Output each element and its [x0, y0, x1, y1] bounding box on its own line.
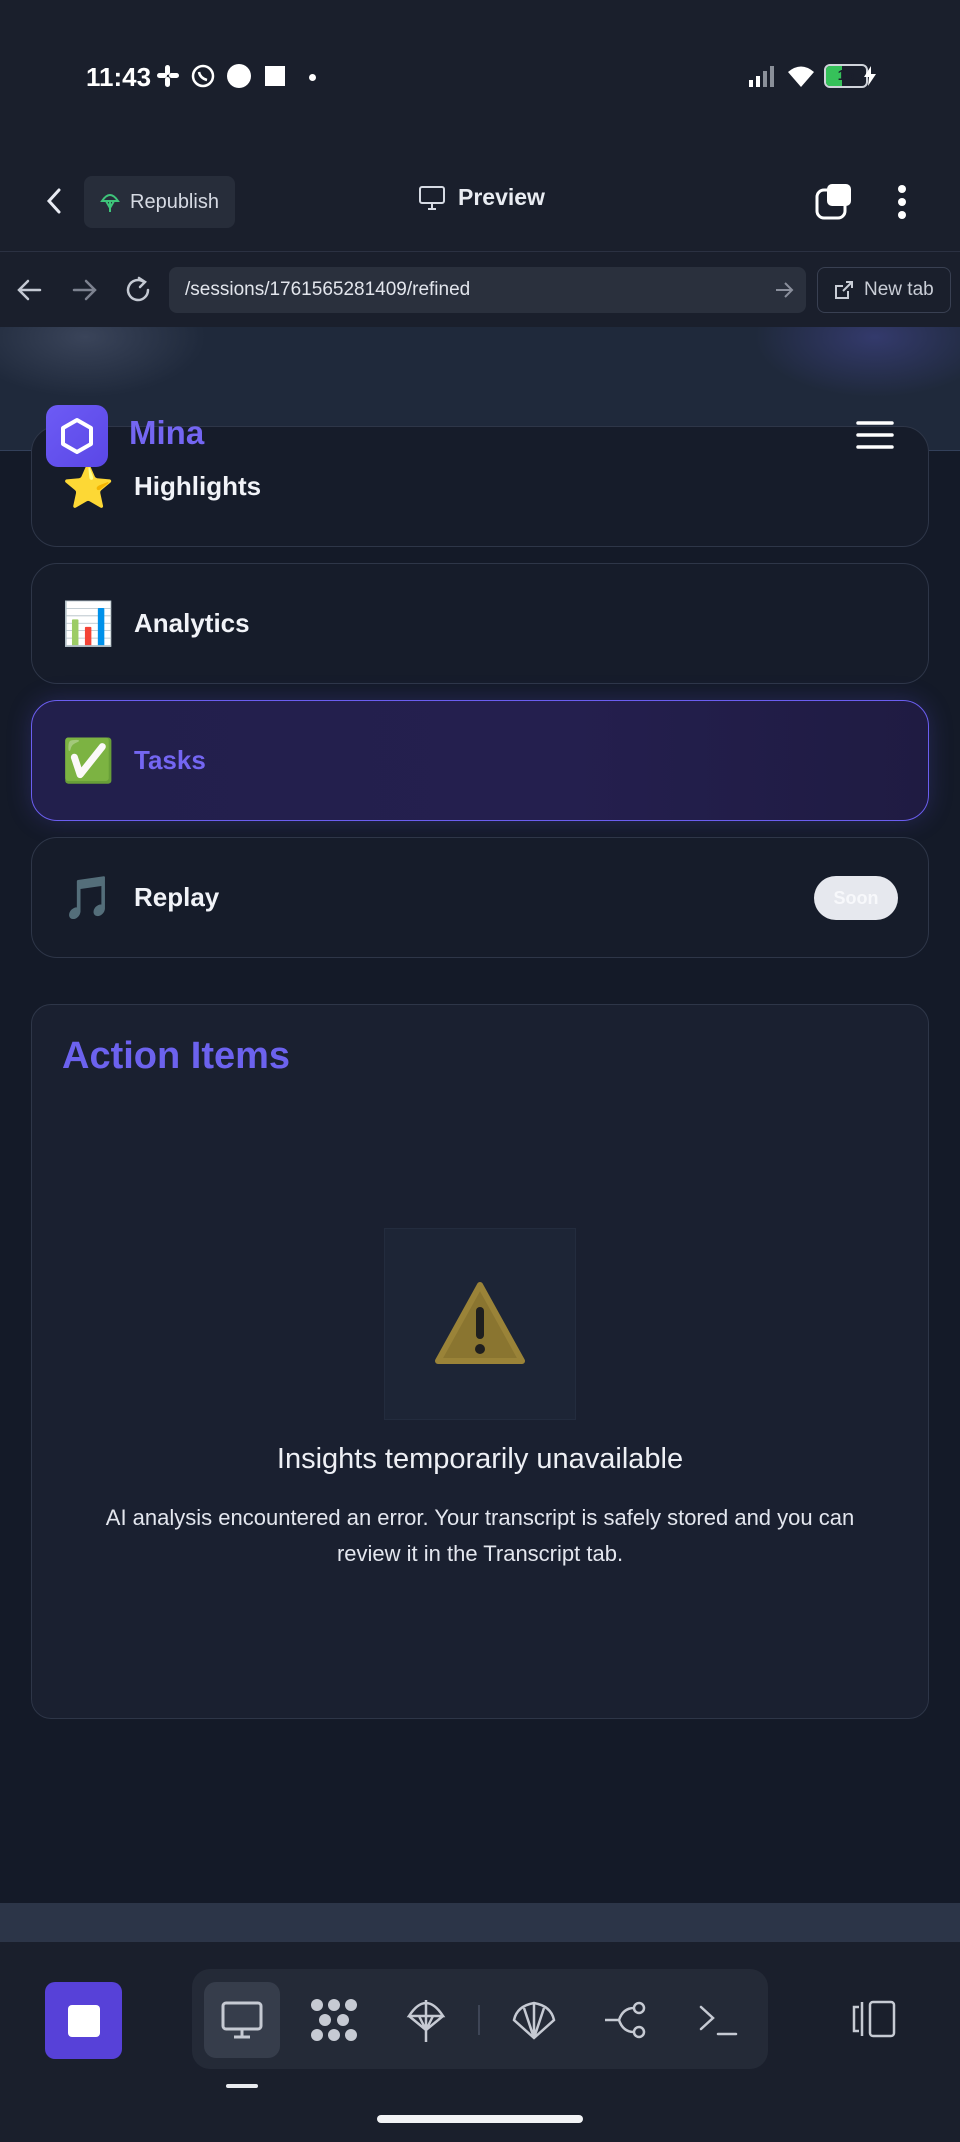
wifi-icon [786, 64, 816, 88]
parachute-tool-button[interactable] [388, 1982, 464, 2058]
square-icon [265, 66, 285, 86]
brand-name: Mina [129, 414, 205, 451]
nav-back-icon[interactable] [16, 277, 44, 303]
desktop-icon [220, 2000, 264, 2040]
hamburger-menu-icon[interactable] [856, 420, 894, 450]
star-icon: ⭐ [62, 463, 115, 510]
stop-icon [67, 2004, 100, 2037]
tool-divider [478, 2005, 480, 2035]
external-link-icon [834, 280, 854, 300]
parachute-icon [406, 1996, 446, 2044]
home-indicator [377, 2115, 583, 2123]
git-branch-icon [603, 2000, 649, 2040]
url-text: /sessions/1761565281409/refined [185, 279, 471, 300]
go-arrow-icon[interactable] [774, 281, 794, 299]
nav-forward-icon[interactable] [70, 277, 98, 303]
branch-tool-button[interactable] [588, 1982, 664, 2058]
app-logo[interactable] [46, 405, 108, 467]
error-message: AI analysis encountered an error. Your t… [105, 1505, 855, 1566]
pattern-tool-button[interactable] [296, 1982, 372, 2058]
music-note-icon: 🎵 [62, 874, 115, 921]
shell-tool-button[interactable] [496, 1982, 572, 2058]
battery-icon: 15 [824, 64, 868, 88]
warning-container [384, 1228, 576, 1420]
url-input[interactable]: /sessions/1761565281409/refined [169, 267, 806, 313]
preview-title: Preview [418, 184, 545, 211]
panel-toggle-icon[interactable] [852, 1999, 898, 2039]
hexagon-icon [59, 417, 95, 455]
stop-button[interactable] [45, 1982, 122, 2059]
republish-label: Republish [130, 190, 219, 213]
bar-chart-icon: 📊 [62, 600, 115, 647]
preview-label: Preview [458, 184, 545, 210]
more-menu-icon[interactable] [897, 184, 907, 220]
nav-card-tasks[interactable]: ✅ Tasks [31, 700, 929, 821]
nav-card-label: Highlights [134, 471, 262, 501]
nav-card-label: Analytics [134, 608, 250, 638]
nav-card-label: Replay [134, 882, 220, 912]
slack-icon [155, 63, 181, 89]
republish-button[interactable]: Republish [84, 176, 235, 228]
shell-icon [511, 2000, 557, 2040]
check-mark-icon: ✅ [62, 737, 115, 784]
action-items-title: Action Items [62, 1035, 291, 1077]
nav-card-label: Tasks [134, 745, 206, 775]
pattern-icon [309, 1997, 359, 2043]
nav-card-replay[interactable]: 🎵 Replay Soon [31, 837, 929, 958]
reload-icon[interactable] [123, 275, 153, 305]
terminal-icon [698, 2003, 738, 2037]
whatsapp-icon [190, 63, 216, 89]
selected-tool-indicator [226, 2084, 258, 2088]
error-title: Insights temporarily unavailable [276, 1443, 684, 1475]
new-tab-button[interactable]: New tab [817, 267, 951, 313]
new-tab-label: New tab [864, 279, 934, 300]
back-chevron-icon[interactable] [40, 186, 70, 216]
desktop-tool-button[interactable] [204, 1982, 280, 2058]
tabs-switcher-icon[interactable] [815, 182, 855, 222]
dot-icon [309, 74, 316, 81]
monitor-icon [418, 185, 446, 211]
republish-icon [100, 191, 120, 213]
circle-icon [227, 64, 251, 88]
charging-icon [864, 66, 876, 86]
signal-icon [748, 64, 776, 88]
battery-level: 15 [837, 67, 855, 84]
bottom-strip [0, 1903, 960, 1942]
status-time: 11:43 [86, 62, 152, 92]
soon-badge: Soon [814, 876, 898, 920]
warning-icon [434, 1281, 526, 1367]
terminal-tool-button[interactable] [680, 1982, 756, 2058]
nav-card-analytics[interactable]: 📊 Analytics [31, 563, 929, 684]
